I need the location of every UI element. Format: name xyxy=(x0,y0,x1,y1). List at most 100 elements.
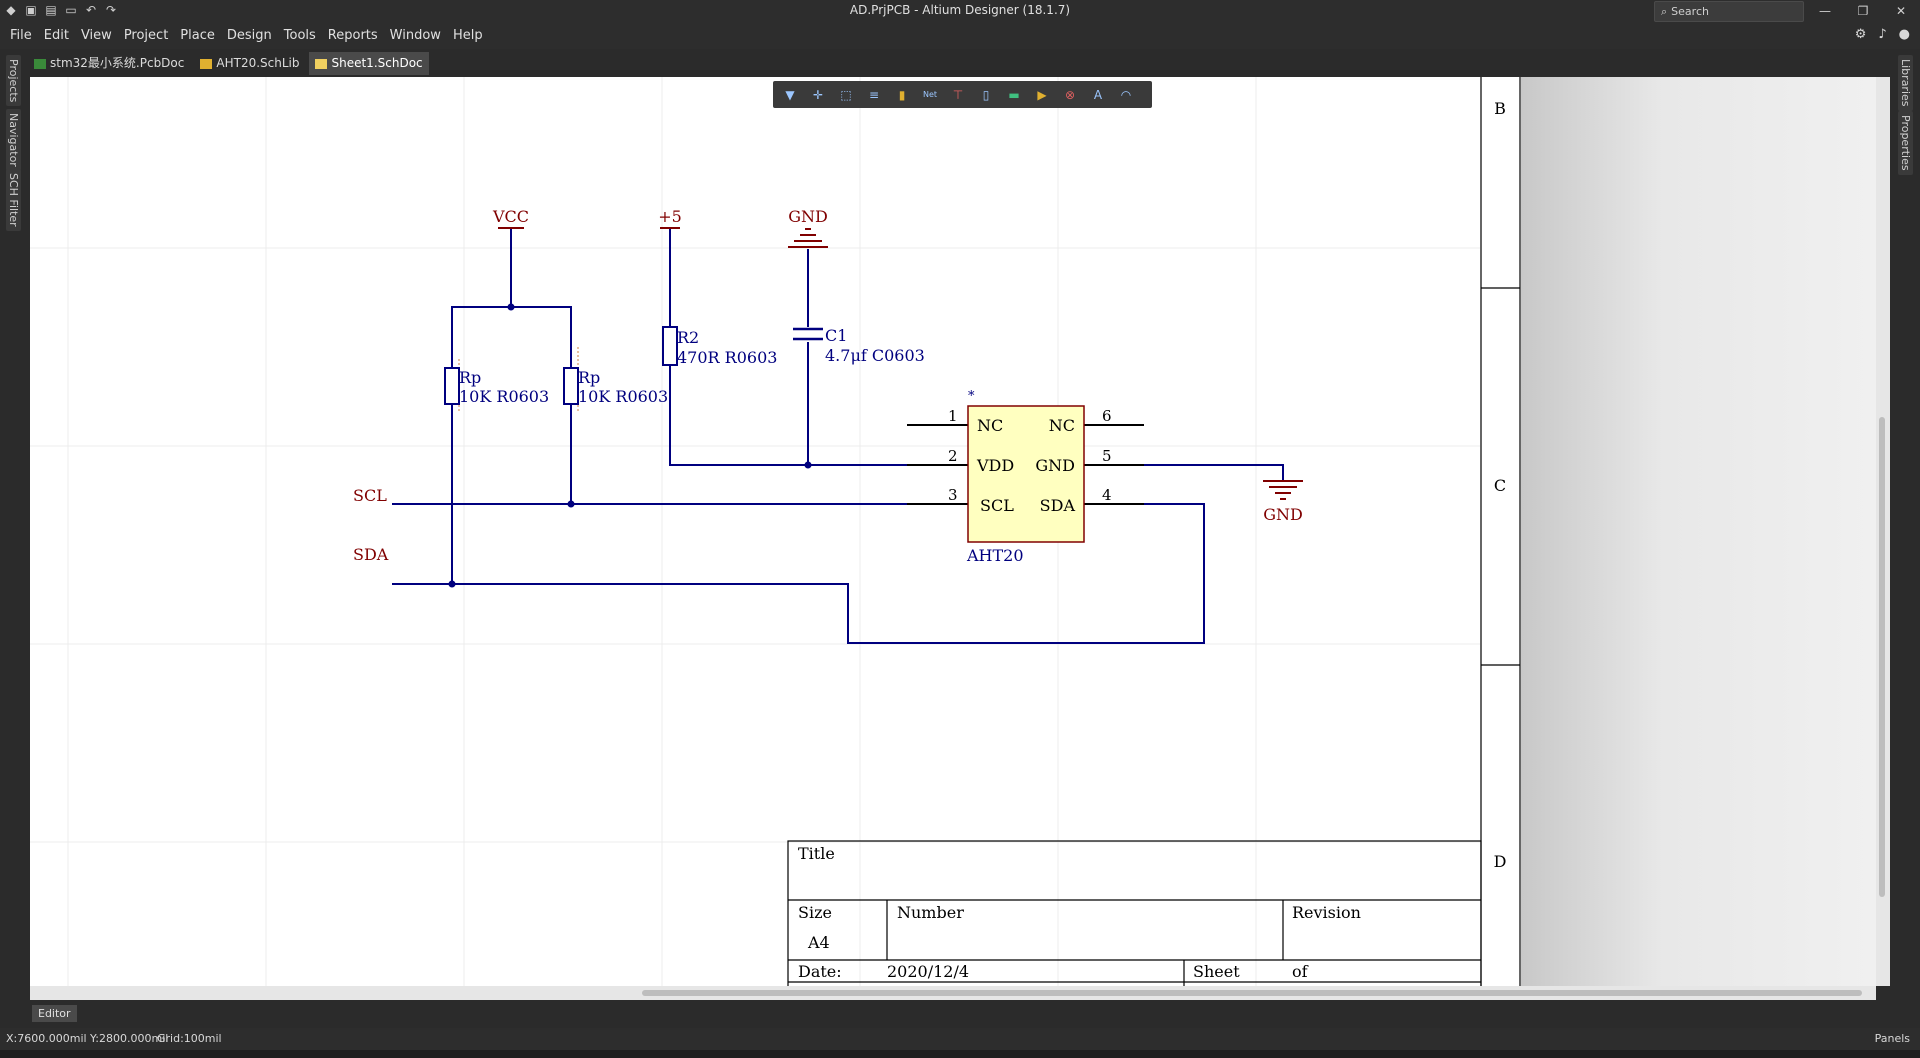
net-label-sda: SDA xyxy=(353,545,389,564)
tab-label: AHT20.SchLib xyxy=(216,56,300,70)
move-cross-icon[interactable]: ✛ xyxy=(807,85,829,105)
resistor-rp1-body[interactable] xyxy=(444,367,460,405)
schlib-file-icon xyxy=(200,58,213,69)
panel-tab-navigator[interactable]: Navigator xyxy=(6,109,21,171)
ic-pin3-name: SCL xyxy=(980,496,1014,515)
ic-pin3-number: 3 xyxy=(948,486,958,504)
horizontal-scroll-thumb[interactable] xyxy=(642,990,1862,996)
filter-icon[interactable]: ▼ xyxy=(779,85,801,105)
status-bar: X:7600.000mil Y:2800.000mil Grid:100mil … xyxy=(0,1028,1920,1050)
pcb-file-icon xyxy=(34,58,46,69)
rp1-value: 10K R0603 xyxy=(459,387,549,406)
net-label-scl: SCL xyxy=(353,486,387,505)
tab-schdoc[interactable]: Sheet1.SchDoc xyxy=(309,52,429,75)
panel-tab-sch-filter[interactable]: SCH Filter xyxy=(6,169,21,231)
settings-gear-icon[interactable]: ⚙ xyxy=(1855,27,1867,42)
gnd-top-symbol xyxy=(788,228,828,248)
search-input[interactable]: ⌕ Search xyxy=(1654,1,1804,22)
resistor-rp2-body[interactable] xyxy=(563,367,579,405)
cursor-coordinates: X:7600.000mil Y:2800.000mil xyxy=(6,1032,169,1045)
ic-pin6-number: 6 xyxy=(1102,407,1112,425)
net-label-plus5: +5 xyxy=(658,207,682,226)
titleblock-date-label: Date: xyxy=(798,962,842,981)
minimize-button[interactable]: — xyxy=(1806,0,1844,22)
active-bar-toolbar: ▼ ✛ ⬚ ≡ ▮ Net ⊤ ▯ ▬ ▶ ⊗ A ◠ xyxy=(773,81,1152,108)
menu-design[interactable]: Design xyxy=(227,28,272,43)
place-directive-icon[interactable]: ⊗ xyxy=(1059,85,1081,105)
tab-label: Sheet1.SchDoc xyxy=(331,56,423,70)
notifications-bell-icon[interactable]: ♪ xyxy=(1878,27,1886,42)
search-placeholder: Search xyxy=(1671,5,1709,18)
rp1-designator: Rp xyxy=(459,368,481,387)
ic-pin2-number: 2 xyxy=(948,447,958,465)
resistor-r2-body[interactable] xyxy=(662,326,678,366)
editor-tab[interactable]: Editor xyxy=(32,1005,77,1022)
panels-button[interactable]: Panels xyxy=(1875,1032,1910,1045)
menu-reports[interactable]: Reports xyxy=(328,28,378,43)
tab-schlib[interactable]: AHT20.SchLib xyxy=(194,52,305,75)
window-title: AD.PrjPCB - Altium Designer (18.1.7) xyxy=(849,3,1071,17)
schematic-canvas[interactable]: B C D VCC +5 GND GND SCL SDA Rp 10K R060… xyxy=(30,77,1876,986)
titleblock-size-value: A4 xyxy=(807,933,830,952)
panel-tab-properties[interactable]: Properties xyxy=(1898,111,1913,175)
menu-window[interactable]: Window xyxy=(390,28,441,43)
menu-tools[interactable]: Tools xyxy=(284,28,316,43)
tab-label: stm32最小系统.PcbDoc xyxy=(50,56,185,70)
align-icon[interactable]: ≡ xyxy=(863,85,885,105)
schdoc-file-icon xyxy=(315,58,328,69)
ic-pin1-number: 1 xyxy=(948,407,958,425)
left-panel-strip: Projects Navigator SCH Filter xyxy=(0,49,28,1029)
place-arc-icon[interactable]: ◠ xyxy=(1115,85,1137,105)
menu-edit[interactable]: Edit xyxy=(44,28,69,43)
place-harness-icon[interactable]: ▬ xyxy=(1003,85,1025,105)
user-account-icon[interactable]: ● xyxy=(1899,27,1910,42)
r2-value: 470R R0603 xyxy=(677,348,777,367)
gnd-right-symbol xyxy=(1263,480,1303,500)
tab-pcbdoc[interactable]: stm32最小系统.PcbDoc xyxy=(28,52,190,75)
close-button[interactable]: ✕ xyxy=(1882,0,1920,22)
menu-view[interactable]: View xyxy=(81,28,112,43)
place-power-port-icon[interactable]: ⊤ xyxy=(947,85,969,105)
place-wire-icon[interactable]: ▯ xyxy=(975,85,997,105)
vertical-scrollbar[interactable] xyxy=(1876,77,1890,986)
net-label-vcc: VCC xyxy=(492,207,529,226)
document-tabs: stm32最小系统.PcbDoc AHT20.SchLib Sheet1.Sch… xyxy=(28,52,433,77)
restore-button[interactable]: ❐ xyxy=(1844,0,1882,22)
window-controls: — ❐ ✕ xyxy=(1806,0,1920,22)
capacitor-c1-symbol[interactable] xyxy=(793,327,823,341)
menu-place[interactable]: Place xyxy=(180,28,215,43)
titleblock-revision-label: Revision xyxy=(1292,903,1361,922)
zone-label-c: C xyxy=(1494,476,1506,495)
c1-value: 4.7μf C0603 xyxy=(825,346,925,365)
r2-designator: R2 xyxy=(677,328,699,347)
select-area-icon[interactable]: ⬚ xyxy=(835,85,857,105)
titleblock-size-label: Size xyxy=(798,903,832,922)
ic-marker: * xyxy=(968,389,975,404)
ic-pin5-number: 5 xyxy=(1102,447,1112,465)
place-port-icon[interactable]: ▶ xyxy=(1031,85,1053,105)
ic-name: AHT20 xyxy=(966,546,1024,565)
ic-pin6-name: NC xyxy=(1049,416,1075,435)
vertical-scroll-thumb[interactable] xyxy=(1879,417,1885,897)
rp2-designator: Rp xyxy=(578,368,600,387)
panel-tab-libraries[interactable]: Libraries xyxy=(1898,55,1913,111)
editor-bar: Editor xyxy=(0,1002,1920,1026)
titleblock-title-label: Title xyxy=(798,844,835,863)
zone-label-d: D xyxy=(1494,852,1507,871)
menu-help[interactable]: Help xyxy=(453,28,483,43)
place-part-icon[interactable]: ▮ xyxy=(891,85,913,105)
zone-label-b: B xyxy=(1494,99,1506,118)
ic-pin5-name: GND xyxy=(1035,456,1075,475)
net-label-gnd-top: GND xyxy=(788,207,828,226)
panel-tab-projects[interactable]: Projects xyxy=(6,55,21,107)
sheet-grid xyxy=(30,77,1480,986)
ic-pin4-number: 4 xyxy=(1102,486,1112,504)
schematic-drawing: B C D VCC +5 GND GND SCL SDA Rp 10K R060… xyxy=(30,77,1521,986)
horizontal-scrollbar[interactable] xyxy=(30,986,1876,1000)
menu-file[interactable]: File xyxy=(10,28,32,43)
place-text-icon[interactable]: A xyxy=(1087,85,1109,105)
menu-bar: File Edit View Project Place Design Tool… xyxy=(0,22,1920,49)
menu-project[interactable]: Project xyxy=(124,28,168,43)
place-net-label-icon[interactable]: Net xyxy=(919,85,941,105)
net-label-gnd-right: GND xyxy=(1263,505,1303,524)
